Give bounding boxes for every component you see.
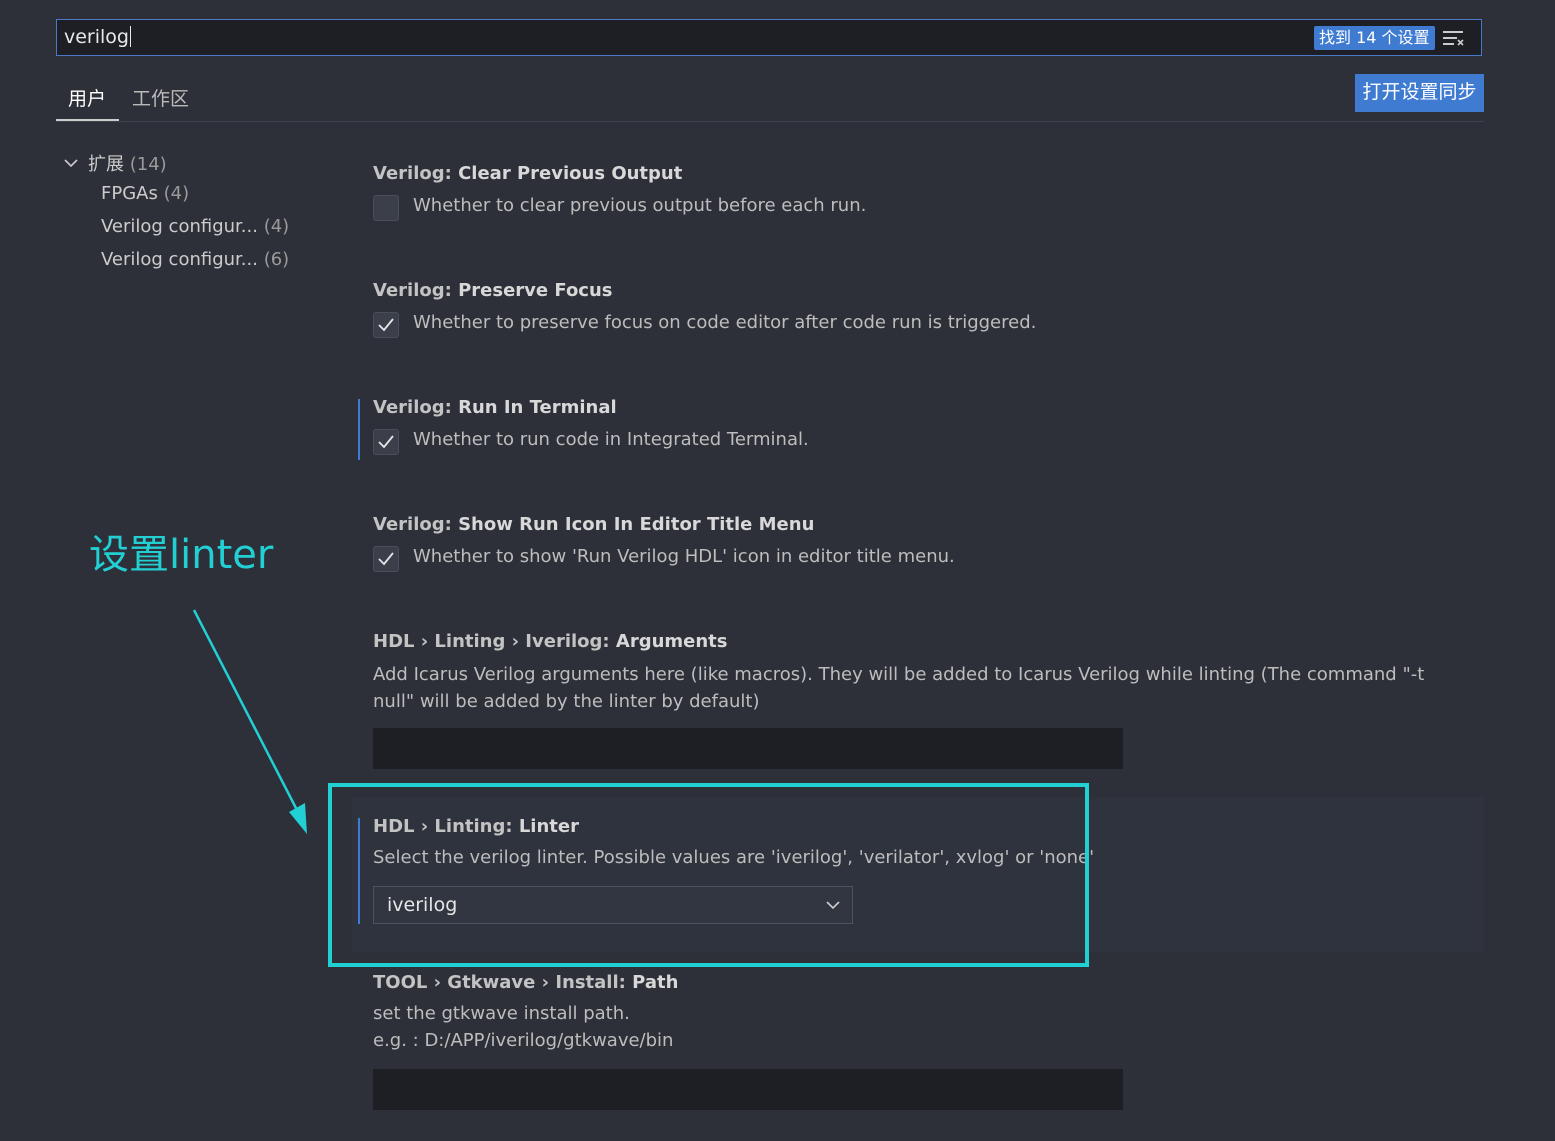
gtkwave-path-input[interactable] xyxy=(373,1069,1123,1110)
results-count-badge: 找到 14 个设置 xyxy=(1314,26,1435,50)
setting-description-example: e.g. : D:/APP/iverilog/gtkwave/bin xyxy=(373,1030,674,1051)
setting-iverilog-arguments: HDL › Linting › Iverilog: Arguments Add … xyxy=(358,631,1484,771)
chevron-down-icon[interactable] xyxy=(63,155,79,171)
annotation-highlight-box xyxy=(328,783,1089,967)
setting-checkbox[interactable] xyxy=(373,312,399,338)
setting-checkbox[interactable] xyxy=(373,429,399,455)
setting-checkbox[interactable] xyxy=(373,195,399,221)
check-icon xyxy=(378,318,394,332)
toc-item-fpgas[interactable]: FPGAs (4) xyxy=(101,183,189,204)
toc-label: Verilog configur... xyxy=(101,249,258,270)
toc-count: (4) xyxy=(163,183,190,204)
tab-workspace[interactable]: 工作区 xyxy=(132,84,189,111)
setting-show-run-icon: Verilog: Show Run Icon In Editor Title M… xyxy=(358,514,1484,594)
setting-gtkwave-path: TOOL › Gtkwave › Install: Path set the g… xyxy=(358,972,1484,1112)
setting-run-in-terminal: Verilog: Run In Terminal Whether to run … xyxy=(358,397,1484,477)
toc-label: 扩展 xyxy=(88,154,124,175)
setting-title: Verilog: Show Run Icon In Editor Title M… xyxy=(373,514,815,535)
toc-item-verilog-config-1[interactable]: Verilog configur... (4) xyxy=(101,216,289,237)
setting-title: Verilog: Clear Previous Output xyxy=(373,163,683,184)
setting-clear-previous-output: Verilog: Clear Previous Output Whether t… xyxy=(358,163,1484,243)
setting-title: TOOL › Gtkwave › Install: Path xyxy=(373,972,679,993)
setting-description: Whether to show 'Run Verilog HDL' icon i… xyxy=(413,546,955,567)
tab-user[interactable]: 用户 xyxy=(68,84,106,111)
settings-sync-button[interactable]: 打开设置同步 xyxy=(1355,74,1484,112)
toc-count: (4) xyxy=(263,216,290,237)
search-input[interactable]: verilog xyxy=(64,26,131,48)
setting-preserve-focus: Verilog: Preserve Focus Whether to prese… xyxy=(358,280,1484,360)
setting-description: Add Icarus Verilog arguments here (like … xyxy=(373,664,1425,712)
header-divider xyxy=(56,121,1484,122)
annotation-label: 设置linter xyxy=(89,532,274,578)
filter-clear-icon[interactable] xyxy=(1443,28,1465,48)
check-icon xyxy=(378,435,394,449)
focus-indicator xyxy=(358,399,360,460)
toc-count: (6) xyxy=(263,249,290,270)
setting-description: Whether to preserve focus on code editor… xyxy=(413,312,1037,333)
setting-title: Verilog: Preserve Focus xyxy=(373,280,613,301)
setting-description: Whether to run code in Integrated Termin… xyxy=(413,429,809,450)
search-box[interactable]: verilog 找到 14 个设置 xyxy=(56,19,1482,56)
toc-item-verilog-config-2[interactable]: Verilog configur... (6) xyxy=(101,249,289,270)
setting-description: Whether to clear previous output before … xyxy=(413,195,867,216)
setting-title: Verilog: Run In Terminal xyxy=(373,397,617,418)
setting-checkbox[interactable] xyxy=(373,546,399,572)
toc-label: FPGAs xyxy=(101,183,158,204)
toc-count: (14) xyxy=(129,154,167,175)
setting-title: HDL › Linting › Iverilog: Arguments xyxy=(373,631,728,652)
setting-description: set the gtkwave install path. xyxy=(373,1003,630,1024)
arguments-input[interactable] xyxy=(373,728,1123,769)
toc-label: Verilog configur... xyxy=(101,216,258,237)
check-icon xyxy=(378,552,394,566)
toc-item-extensions[interactable]: 扩展 (14) xyxy=(88,150,167,176)
